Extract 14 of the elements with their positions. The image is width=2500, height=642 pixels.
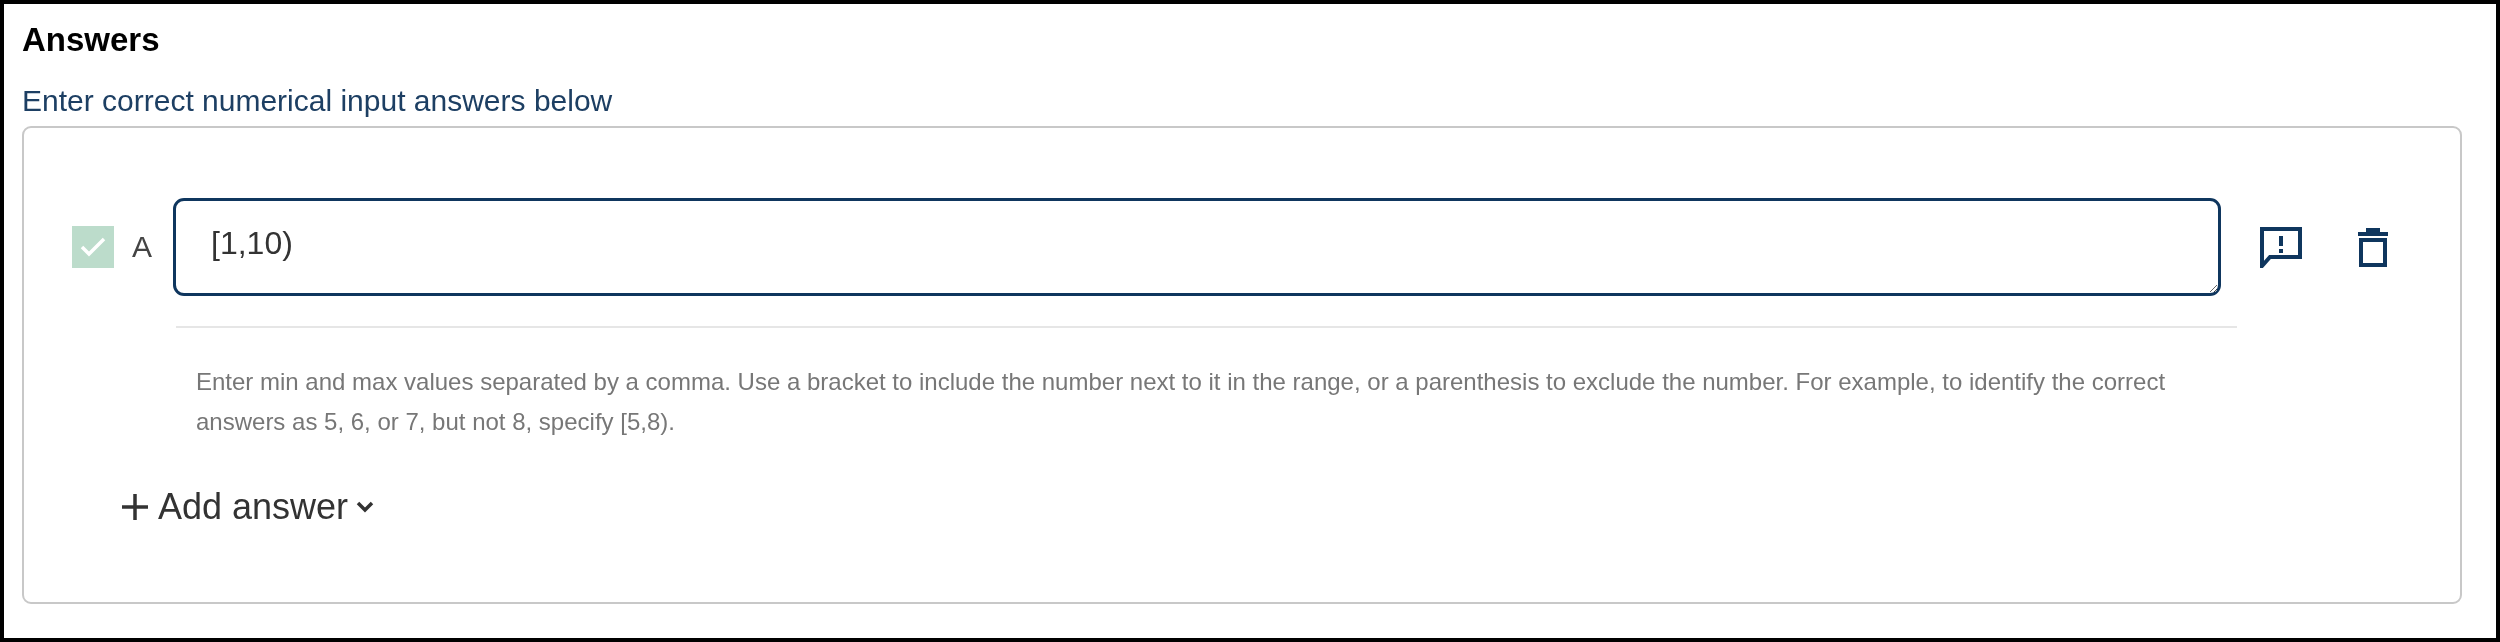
delete-button[interactable] bbox=[2357, 227, 2389, 267]
plus-icon bbox=[120, 492, 150, 522]
add-answer-button[interactable]: Add answer bbox=[120, 486, 375, 528]
chevron-down-icon bbox=[356, 501, 375, 513]
answer-label: A bbox=[132, 230, 153, 264]
answer-field[interactable]: [1,10) bbox=[173, 198, 2221, 296]
check-icon bbox=[80, 237, 106, 257]
checkbox[interactable] bbox=[72, 226, 114, 268]
section-title: Answers bbox=[22, 20, 161, 60]
comment-alert-icon bbox=[2259, 226, 2303, 268]
section-subtitle: Enter correct numerical input answers below bbox=[22, 84, 614, 118]
help-text: Enter min and max values separated by a comma. Use a bracket to include the number next to it in the range, or a parenthesis to exclude the number. For example, to identify the correct answers as 5, 6, or 7, but not 8, specify [5,8). bbox=[196, 367, 2167, 437]
trash-icon bbox=[2357, 227, 2389, 267]
feedback-button[interactable] bbox=[2259, 226, 2303, 268]
